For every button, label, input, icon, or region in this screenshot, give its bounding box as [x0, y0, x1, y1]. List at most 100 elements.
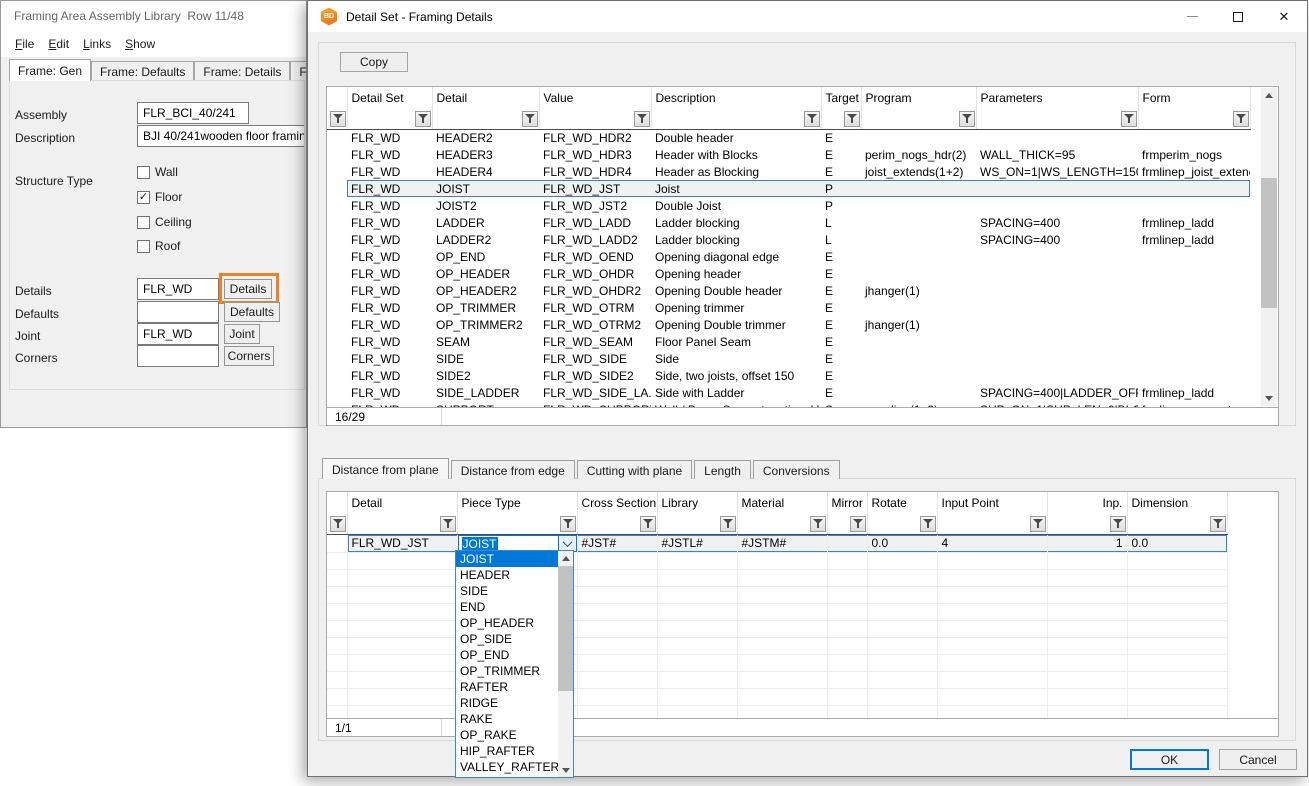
- defaults-button[interactable]: Defaults: [224, 302, 280, 322]
- grid-cell[interactable]: jhanger(1): [861, 282, 976, 299]
- grid-cell[interactable]: jhanger(1): [861, 316, 976, 333]
- dropdown-item[interactable]: OP_END: [456, 647, 558, 663]
- filter-icon[interactable]: [720, 516, 736, 532]
- grid-cell[interactable]: FLR_WD_HDR4: [539, 163, 651, 180]
- column-header[interactable]: Material: [737, 492, 827, 512]
- grid-row[interactable]: FLR_WDSIDE2FLR_WD_SIDE2Side, two joists,…: [327, 367, 1250, 384]
- grid-cell[interactable]: FLR_WD_JST: [539, 180, 651, 197]
- grid-cell[interactable]: OP_TRIMMER2: [432, 316, 539, 333]
- filter-icon[interactable]: [1030, 516, 1046, 532]
- grid-cell[interactable]: Opening Double trimmer: [651, 316, 821, 333]
- tab-frame-defaults[interactable]: Frame: Defaults: [91, 61, 194, 81]
- grid-cell[interactable]: FLR_WD: [347, 350, 432, 367]
- column-header[interactable]: Piece Type: [457, 492, 577, 512]
- grid-cell[interactable]: [861, 333, 976, 350]
- grid-cell[interactable]: FLR_WD: [347, 248, 432, 265]
- grid-cell[interactable]: FLR_WD_HDR3: [539, 146, 651, 163]
- filter-cell[interactable]: [577, 512, 657, 534]
- column-header[interactable]: Description: [651, 87, 821, 107]
- description-input[interactable]: BJI 40/241wooden floor framing: [137, 125, 305, 147]
- grid-row[interactable]: FLR_WDLADDERFLR_WD_LADDLadder blockingLS…: [327, 214, 1250, 231]
- grid-cell[interactable]: Wall / Beam Support, optional bl: [651, 401, 821, 408]
- grid-cell[interactable]: [976, 333, 1138, 350]
- grid-cell[interactable]: [1138, 299, 1250, 316]
- grid-cell[interactable]: 4: [937, 534, 1047, 552]
- grid-row[interactable]: FLR_WDHEADER3FLR_WD_HDR3Header with Bloc…: [327, 146, 1250, 163]
- tab-distance-from-plane[interactable]: Distance from plane: [322, 458, 449, 479]
- grid-cell[interactable]: Ladder blocking: [651, 214, 821, 231]
- grid-cell[interactable]: FLR_WD_LADD2: [539, 231, 651, 248]
- column-header[interactable]: Target: [821, 87, 861, 107]
- grid-cell[interactable]: SPACING=400|LADDER_OFF...: [976, 384, 1138, 401]
- grid-cell[interactable]: JOIST: [432, 180, 539, 197]
- grid-cell[interactable]: FLR_WD_SUPPORT: [539, 401, 651, 408]
- grid-cell[interactable]: [1138, 129, 1250, 146]
- dropdown-item[interactable]: RIDGE: [456, 695, 558, 711]
- grid-cell[interactable]: [861, 197, 976, 214]
- grid-cell[interactable]: WALL_THICK=95: [976, 146, 1138, 163]
- grid-cell[interactable]: E: [821, 146, 861, 163]
- maximize-button[interactable]: [1215, 1, 1261, 32]
- grid-cell[interactable]: E: [821, 384, 861, 401]
- grid-cell[interactable]: FLR_WD: [347, 265, 432, 282]
- dropdown-item[interactable]: JOIST: [456, 551, 558, 567]
- grid-cell[interactable]: SUP_ON=1|SUP_LEN=0|BLO...: [976, 401, 1138, 408]
- piece-type-combobox[interactable]: JOIST: [458, 535, 577, 552]
- copy-button[interactable]: Copy: [340, 52, 408, 72]
- grid-cell[interactable]: FLR_WD_SIDE: [539, 350, 651, 367]
- grid-cell[interactable]: FLR_WD_OTRM2: [539, 316, 651, 333]
- scroll-down-button[interactable]: [1261, 391, 1277, 406]
- detail-grid-vertical-scrollbar[interactable]: [1261, 88, 1277, 406]
- grid-cell[interactable]: FLR_WD_OTRM: [539, 299, 651, 316]
- grid-cell[interactable]: FLR_WD_LADD: [539, 214, 651, 231]
- filter-cell[interactable]: [347, 107, 432, 129]
- grid-row[interactable]: FLR_WDOP_TRIMMERFLR_WD_OTRMOpening trimm…: [327, 299, 1250, 316]
- grid-cell[interactable]: FLR_WD_JST: [347, 534, 457, 552]
- grid-cell[interactable]: #JSTL#: [657, 534, 737, 552]
- grid-cell[interactable]: S: [821, 401, 861, 408]
- grid-cell[interactable]: [861, 129, 976, 146]
- grid-cell[interactable]: FLR_WD: [347, 316, 432, 333]
- tab-conversions[interactable]: Conversions: [753, 460, 840, 479]
- grid-cell[interactable]: FLR_WD_JST2: [539, 197, 651, 214]
- grid-cell[interactable]: E: [821, 299, 861, 316]
- grid-cell[interactable]: [827, 534, 867, 552]
- grid-cell[interactable]: [976, 180, 1138, 197]
- combobox-dropdown-button[interactable]: [558, 536, 576, 551]
- grid-cell[interactable]: SPACING=400: [976, 214, 1138, 231]
- filter-icon[interactable]: [634, 111, 650, 127]
- grid-cell[interactable]: [1138, 248, 1250, 265]
- grid-cell[interactable]: [861, 265, 976, 282]
- grid-cell[interactable]: P: [821, 180, 861, 197]
- grid-cell[interactable]: FLR_WD: [347, 401, 432, 408]
- grid-cell[interactable]: OP_HEADER: [432, 265, 539, 282]
- grid-cell[interactable]: Floor Panel Seam: [651, 333, 821, 350]
- defaults-input[interactable]: [137, 301, 219, 323]
- grid-cell[interactable]: [1138, 282, 1250, 299]
- scroll-up-button[interactable]: [1261, 88, 1277, 103]
- roof-checkbox[interactable]: [137, 240, 150, 253]
- grid-cell[interactable]: [861, 384, 976, 401]
- grid-cell[interactable]: Header with Blocks: [651, 146, 821, 163]
- grid-cell[interactable]: E: [821, 163, 861, 180]
- grid-cell[interactable]: OP_TRIMMER: [432, 299, 539, 316]
- grid-cell[interactable]: #JSTM#: [737, 534, 827, 552]
- dialog-titlebar[interactable]: BD Detail Set - Framing Details ✕: [308, 1, 1307, 32]
- filter-cell[interactable]: [1047, 512, 1127, 534]
- minimize-button[interactable]: [1169, 1, 1215, 32]
- grid-cell[interactable]: [1138, 316, 1250, 333]
- filter-cell[interactable]: [657, 512, 737, 534]
- filter-icon[interactable]: [415, 111, 431, 127]
- details-input[interactable]: FLR_WD: [137, 278, 219, 300]
- grid-cell[interactable]: Side, two joists, offset 150: [651, 367, 821, 384]
- grid-cell[interactable]: [976, 367, 1138, 384]
- dropdown-item[interactable]: OP_HEADER: [456, 615, 558, 631]
- grid-cell[interactable]: SIDE: [432, 350, 539, 367]
- column-header[interactable]: Detail: [432, 87, 539, 107]
- filter-cell[interactable]: [737, 512, 827, 534]
- grid-cell[interactable]: FLR_WD: [347, 282, 432, 299]
- grid-cell[interactable]: JOIST2: [432, 197, 539, 214]
- column-header[interactable]: Cross Section: [577, 492, 657, 512]
- dropdown-item[interactable]: OP_SIDE: [456, 631, 558, 647]
- filter-icon[interactable]: [1233, 111, 1249, 127]
